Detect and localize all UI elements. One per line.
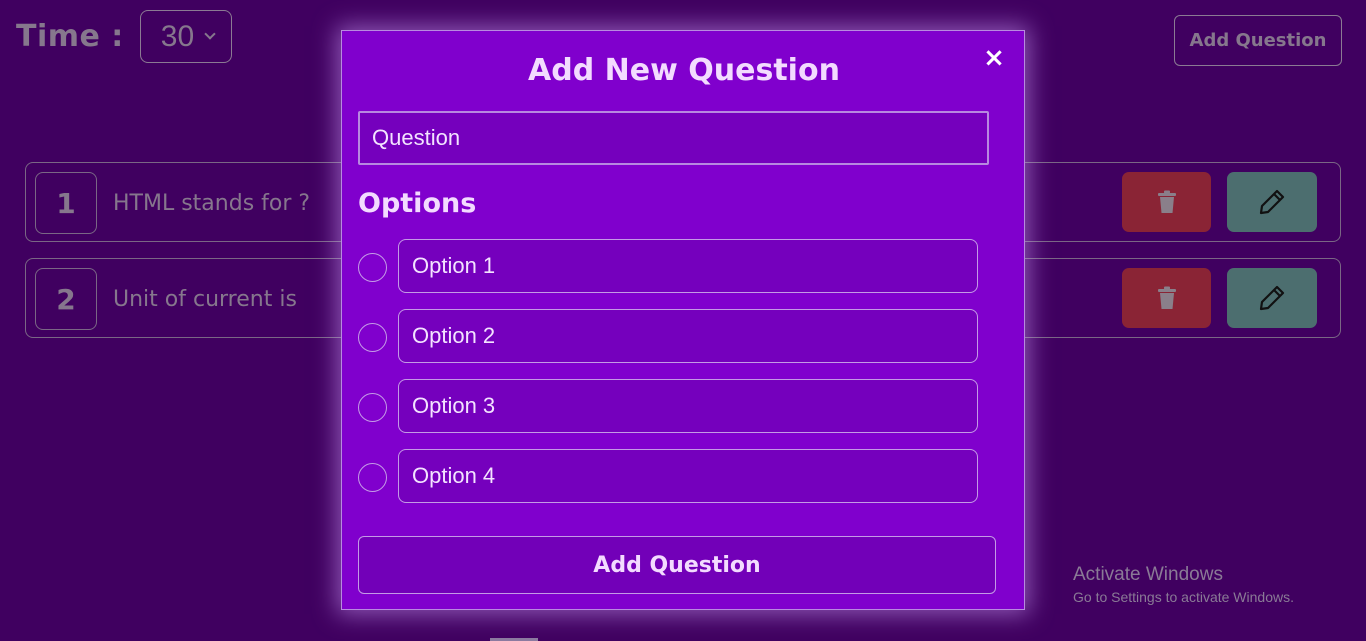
time-label: Time : bbox=[16, 19, 124, 54]
option-3-input[interactable] bbox=[398, 379, 978, 433]
add-question-modal: Add New Question × Options Add Question bbox=[341, 30, 1025, 610]
edit-question-button[interactable] bbox=[1227, 268, 1317, 328]
pencil-icon bbox=[1259, 189, 1285, 215]
time-select[interactable]: 30 bbox=[139, 10, 232, 63]
option-1-radio[interactable] bbox=[358, 253, 387, 282]
submit-question-button[interactable]: Add Question bbox=[358, 536, 996, 594]
question-text: Unit of current is bbox=[113, 286, 297, 312]
option-2-radio[interactable] bbox=[358, 323, 387, 352]
chevron-down-icon bbox=[204, 27, 216, 40]
pencil-icon bbox=[1259, 285, 1285, 311]
modal-title: Add New Question bbox=[528, 53, 840, 88]
delete-question-button[interactable] bbox=[1122, 172, 1211, 232]
option-4-radio[interactable] bbox=[358, 463, 387, 492]
option-2-input[interactable] bbox=[398, 309, 978, 363]
edit-question-button[interactable] bbox=[1227, 172, 1317, 232]
time-setting: Time : 30 bbox=[16, 10, 232, 63]
option-1-input[interactable] bbox=[398, 239, 978, 293]
question-input[interactable] bbox=[358, 111, 989, 165]
question-number: 2 bbox=[35, 268, 97, 330]
windows-activation-watermark: Activate Windows Go to Settings to activ… bbox=[1073, 564, 1294, 605]
watermark-subtitle: Go to Settings to activate Windows. bbox=[1073, 589, 1294, 605]
options-heading: Options bbox=[358, 188, 477, 219]
option-3-radio[interactable] bbox=[358, 393, 387, 422]
question-text: HTML stands for ? bbox=[113, 190, 311, 216]
add-question-button[interactable]: Add Question bbox=[1174, 15, 1342, 66]
trash-icon bbox=[1157, 190, 1176, 213]
close-icon[interactable]: × bbox=[982, 45, 1006, 71]
option-4-input[interactable] bbox=[398, 449, 978, 503]
watermark-title: Activate Windows bbox=[1073, 564, 1223, 585]
question-number: 1 bbox=[35, 172, 97, 234]
trash-icon bbox=[1157, 286, 1176, 309]
time-select-value: 30 bbox=[160, 19, 195, 53]
delete-question-button[interactable] bbox=[1122, 268, 1211, 328]
